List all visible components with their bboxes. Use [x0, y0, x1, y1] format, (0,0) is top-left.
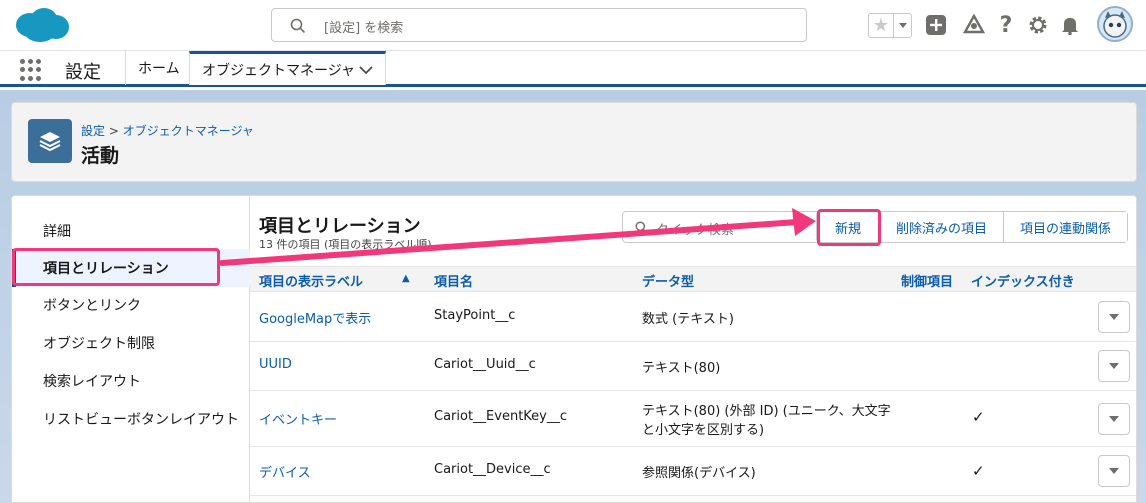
- chevron-down-icon: [1109, 363, 1119, 369]
- field-api-name: Cariot__EventKey__c: [434, 409, 568, 424]
- field-label-link[interactable]: UUID: [259, 357, 292, 372]
- row-actions-button[interactable]: [1098, 301, 1130, 333]
- user-avatar[interactable]: [1097, 6, 1133, 42]
- field-api-name: Cariot__Device__c: [434, 462, 551, 477]
- field-data-type: テキスト(80): [642, 361, 721, 376]
- app-launcher-icon[interactable]: [20, 59, 42, 81]
- bell-icon[interactable]: [1058, 13, 1082, 37]
- star-icon: ★: [872, 15, 890, 36]
- field-label-link[interactable]: GoogleMapで表示: [259, 308, 371, 327]
- table-header: 項目の表示ラベル ▲ 項目名 データ型 制御項目 インデックス付き: [250, 266, 1136, 292]
- highlight-box-new-button: [817, 209, 881, 246]
- object-layers-icon: [28, 119, 72, 163]
- sidebar-item-search-layouts[interactable]: 検索レイアウト: [12, 362, 250, 400]
- page-title: 活動: [81, 145, 120, 167]
- fields-content: 項目とリレーション 13 件の項目 (項目の表示ラベル順) クイック検索 新規 …: [250, 196, 1136, 503]
- breadcrumb-separator: >: [108, 124, 119, 138]
- field-data-type-line1: テキスト(80) (外部 ID) (ユニーク、大文字: [642, 404, 891, 419]
- field-api-name: StayPoint__c: [434, 308, 516, 323]
- field-api-name: Cariot__Uuid__c: [434, 357, 536, 372]
- field-data-type: 数式 (テキスト): [642, 312, 734, 327]
- chevron-down-icon[interactable]: [359, 65, 373, 75]
- section-subtitle: 13 件の項目 (項目の表示ラベル順): [259, 238, 432, 251]
- row-actions-button[interactable]: [1098, 455, 1130, 487]
- indexed-check-icon: ✓: [972, 408, 985, 426]
- breadcrumb-object-manager[interactable]: オブジェクトマネージャ: [123, 124, 254, 138]
- tab-home[interactable]: ホーム: [125, 51, 192, 85]
- search-placeholder: [設定] を検索: [324, 21, 404, 36]
- field-label-link[interactable]: イベントキー: [259, 409, 337, 428]
- column-header-type[interactable]: データ型: [642, 271, 694, 290]
- sidebar-item-buttons-links[interactable]: ボタンとリンク: [12, 286, 250, 324]
- field-label-link[interactable]: デバイス: [259, 462, 311, 481]
- help-icon[interactable]: ?: [994, 13, 1018, 38]
- section-title: 項目とリレーション: [259, 216, 421, 237]
- row-actions-button[interactable]: [1098, 403, 1130, 435]
- tab-object-manager-label: オブジェクトマネージャ: [202, 62, 356, 79]
- chevron-down-icon[interactable]: [893, 14, 911, 37]
- column-header-name[interactable]: 項目名: [434, 271, 473, 290]
- column-header-controlling[interactable]: 制御項目: [901, 271, 953, 290]
- highlight-box-sidebar: [12, 248, 220, 286]
- quick-search-input[interactable]: クイック検索: [622, 211, 822, 243]
- sort-ascending-icon[interactable]: ▲: [402, 273, 410, 284]
- quick-search-placeholder: クイック検索: [656, 223, 735, 238]
- salesforce-logo[interactable]: [12, 5, 70, 45]
- favorites-button[interactable]: ★: [868, 13, 912, 38]
- sidebar-item-details[interactable]: 詳細: [12, 212, 250, 250]
- field-data-type: 参照関係(デバイス): [642, 466, 756, 481]
- deleted-fields-button[interactable]: 削除済みの項目: [880, 212, 1005, 242]
- table-row: GoogleMapで表示 StayPoint__c 数式 (テキスト): [250, 293, 1136, 342]
- global-search[interactable]: [設定] を検索: [271, 8, 807, 42]
- field-dependencies-button[interactable]: 項目の連動関係: [1004, 212, 1128, 242]
- chevron-down-icon: [1109, 416, 1119, 422]
- indexed-check-icon: ✓: [972, 462, 985, 480]
- column-header-label[interactable]: 項目の表示ラベル: [259, 271, 363, 290]
- search-icon: [290, 18, 306, 34]
- sidebar-item-object-limits[interactable]: オブジェクト制限: [12, 324, 250, 362]
- breadcrumb-setup[interactable]: 設定: [81, 124, 105, 138]
- app-name: 設定: [65, 62, 101, 83]
- chevron-down-icon: [1109, 314, 1119, 320]
- app-navigation: 設定 ホーム オブジェクトマネージャ: [0, 50, 1146, 87]
- gear-icon[interactable]: [1026, 13, 1050, 37]
- table-row: デバイス Cariot__Device__c 参照関係(デバイス) ✓: [250, 447, 1136, 496]
- table-row: イベントキー Cariot__EventKey__c テキスト(80) (外部 …: [250, 391, 1136, 447]
- column-header-indexed[interactable]: インデックス付き: [971, 271, 1075, 290]
- main-panel: 詳細 項目とリレーション ボタンとリンク オブジェクト制限 検索レイアウト リス…: [11, 195, 1137, 503]
- field-data-type-line2: と小文字を区別する): [642, 423, 765, 438]
- object-sidebar: 詳細 項目とリレーション ボタンとリンク オブジェクト制限 検索レイアウト リス…: [12, 196, 250, 503]
- chevron-down-icon: [1109, 468, 1119, 474]
- table-row: UUID Cariot__Uuid__c テキスト(80): [250, 342, 1136, 391]
- search-icon: [635, 221, 648, 234]
- trailhead-icon[interactable]: [962, 13, 986, 37]
- add-icon[interactable]: [924, 13, 948, 37]
- tab-object-manager[interactable]: オブジェクトマネージャ: [189, 51, 386, 85]
- page-header: 設定 > オブジェクトマネージャ 活動: [11, 102, 1137, 182]
- sidebar-item-list-view-button-layout[interactable]: リストビューボタンレイアウト: [12, 400, 250, 438]
- global-header: [設定] を検索 ★ ?: [0, 0, 1146, 50]
- breadcrumb: 設定 > オブジェクトマネージャ: [81, 122, 254, 139]
- row-actions-button[interactable]: [1098, 350, 1130, 382]
